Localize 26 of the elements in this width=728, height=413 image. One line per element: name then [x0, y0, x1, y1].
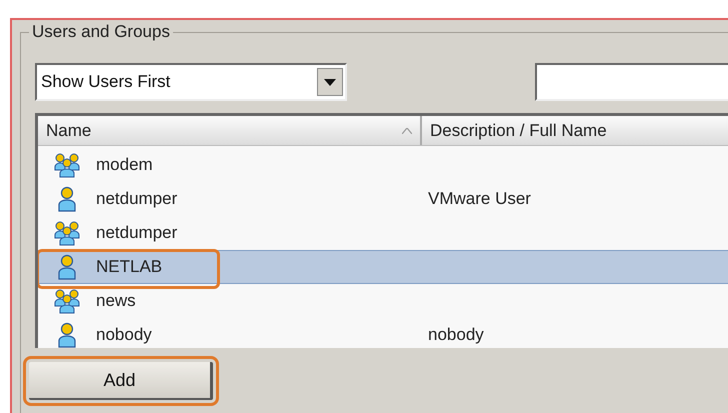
column-header[interactable]: Description / Full Name — [422, 116, 728, 145]
list-row[interactable]: news — [38, 284, 728, 318]
dropdown-arrow-button[interactable] — [317, 68, 343, 96]
dropdown-value: Show Users First — [41, 71, 172, 94]
list-row[interactable]: nobody nobody — [38, 318, 728, 348]
user-icon — [57, 322, 77, 348]
user-name: news — [96, 290, 136, 312]
list-row[interactable]: netdumper — [38, 216, 728, 250]
list-row[interactable]: netdumper VMware User — [38, 182, 728, 216]
user-icon — [57, 254, 77, 280]
filter-dropdown[interactable]: Show Users First — [35, 63, 347, 101]
column-header[interactable]: Name — [38, 116, 422, 145]
user-icon — [57, 186, 77, 212]
group-icon — [54, 152, 80, 178]
group-icon — [54, 288, 80, 314]
user-name: netdumper — [96, 222, 178, 244]
user-name: modem — [96, 154, 153, 176]
user-name: nobody — [96, 324, 152, 346]
user-description: nobody — [427, 324, 484, 346]
user-description: VMware User — [427, 188, 531, 210]
caret-icon — [324, 78, 336, 86]
user-name: netdumper — [96, 188, 178, 210]
search-field[interactable] — [535, 63, 728, 101]
user-name: NETLAB — [96, 256, 162, 278]
list-row[interactable]: modem — [38, 148, 728, 182]
group-icon — [54, 220, 80, 246]
